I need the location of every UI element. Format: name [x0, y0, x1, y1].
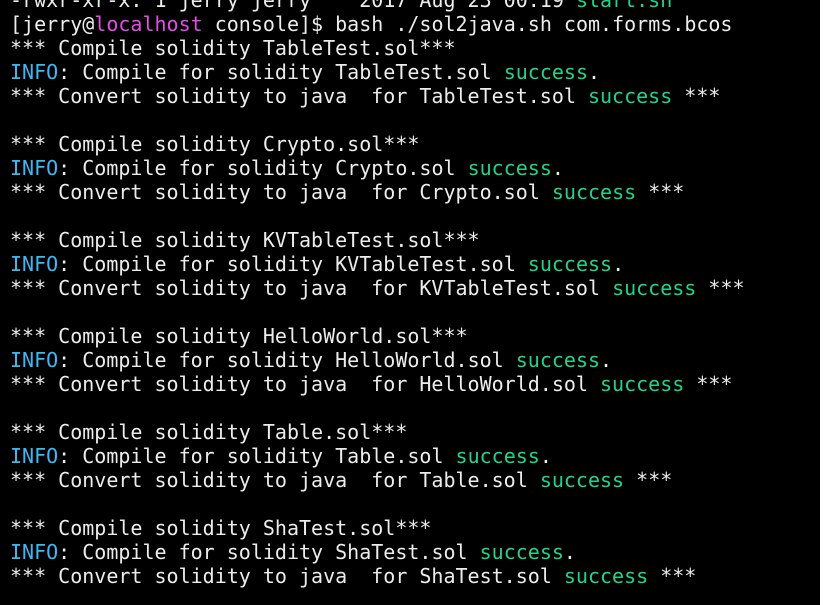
output-text: : Compile for solidity Table.sol [58, 444, 456, 468]
output-text: . [588, 60, 601, 84]
output-text: . [612, 252, 625, 276]
output-text: *** [648, 564, 697, 588]
success-status: success [563, 564, 649, 588]
terminal-line: *** Convert solidity to java for Crypto.… [10, 180, 820, 204]
output-text: *** Convert solidity to java for HelloWo… [10, 372, 601, 396]
success-status: success [587, 84, 673, 108]
output-text: *** Compile solidity HelloWorld.sol*** [10, 324, 468, 348]
success-status: success [515, 348, 601, 372]
terminal-line: *** Compile solidity ShaTest.sol*** [10, 516, 820, 540]
output-text: *** Compile solidity TableTest.sol*** [10, 36, 456, 60]
terminal-line: *** Compile solidity KVTableTest.sol*** [10, 228, 820, 252]
output-text: . [539, 444, 552, 468]
output-text: *** Convert solidity to java for KVTable… [10, 276, 613, 300]
output-text: : Compile for solidity TableTest.sol [58, 60, 504, 84]
terminal-line: *** Convert solidity to java for TableTe… [10, 84, 820, 108]
log-level-label: INFO [10, 540, 59, 564]
success-status: success [479, 540, 564, 564]
log-level-label: INFO [10, 60, 59, 84]
terminal-line: INFO: Compile for solidity TableTest.sol… [10, 60, 820, 84]
terminal-line: INFO: Compile for solidity Crypto.sol su… [10, 156, 820, 180]
output-text: console]$ bash ./sol2java.sh com.forms.b… [202, 12, 733, 36]
terminal-line: *** Compile solidity Crypto.sol*** [10, 132, 820, 156]
output-text: . [551, 156, 564, 180]
terminal-line: INFO: Compile for solidity KVTableTest.s… [10, 252, 820, 276]
output-text: *** [684, 372, 733, 396]
output-text: . [563, 540, 576, 564]
log-level-label: INFO [10, 348, 59, 372]
terminal-line: *** Convert solidity to java for HelloWo… [10, 372, 820, 396]
output-text: *** Convert solidity to java for ShaTest… [10, 564, 564, 588]
output-text: *** [624, 468, 673, 492]
output-text: : Compile for solidity KVTableTest.sol [58, 252, 528, 276]
terminal-line: INFO: Compile for solidity HelloWorld.so… [10, 348, 820, 372]
output-text: [jerry@ [10, 12, 95, 36]
output-text: : Compile for solidity Crypto.sol [58, 156, 468, 180]
output-text: . [600, 348, 613, 372]
output-text: -rwxr-xr-x. 1 jerry jerry 2017 Aug 23 00… [10, 0, 576, 12]
terminal-line: INFO: Compile for solidity Table.sol suc… [10, 444, 820, 468]
executable-filename: start.sh [575, 0, 673, 12]
output-text: *** Convert solidity to java for TableTe… [10, 84, 588, 108]
output-text: *** Compile solidity Table.sol*** [10, 420, 408, 444]
success-status: success [455, 444, 540, 468]
output-text: *** Convert solidity to java for Crypto.… [10, 180, 552, 204]
output-text: *** [636, 180, 685, 204]
terminal-line: INFO: Compile for solidity ShaTest.sol s… [10, 540, 820, 564]
terminal-line: [jerry@localhost console]$ bash ./sol2ja… [10, 12, 820, 36]
terminal-line: *** Convert solidity to java for ShaTest… [10, 564, 820, 588]
terminal-line: *** Compile solidity TableTest.sol*** [10, 36, 820, 60]
success-status: success [503, 60, 588, 84]
terminal-line: *** Convert solidity to java for Table.s… [10, 468, 820, 492]
terminal-line: *** Compile solidity HelloWorld.sol*** [10, 324, 820, 348]
success-status: success [551, 180, 637, 204]
success-status: success [539, 468, 625, 492]
window-edge [820, 0, 824, 605]
output-text: *** [672, 84, 721, 108]
output-text: *** [696, 276, 745, 300]
output-text: *** Compile solidity KVTableTest.sol*** [10, 228, 480, 252]
prompt-hostname: localhost [94, 12, 203, 36]
log-level-label: INFO [10, 252, 59, 276]
terminal-line: *** Compile solidity Table.sol*** [10, 420, 820, 444]
success-status: success [527, 252, 613, 276]
log-level-label: INFO [10, 444, 59, 468]
output-text: *** Compile solidity Crypto.sol*** [10, 132, 420, 156]
output-text: : Compile for solidity ShaTest.sol [58, 540, 480, 564]
success-status: success [600, 372, 685, 396]
terminal-line: -rwxr-xr-x. 1 jerry jerry 2017 Aug 23 00… [10, 0, 820, 12]
success-status: success [467, 156, 552, 180]
output-text: *** Convert solidity to java for Table.s… [10, 468, 540, 492]
terminal-line: *** Convert solidity to java for KVTable… [10, 276, 820, 300]
output-text: *** Compile solidity ShaTest.sol*** [10, 516, 432, 540]
terminal-window[interactable]: -rwxr-xr-x. 1 jerry jerry 2017 Aug 23 00… [0, 0, 820, 605]
output-text: : Compile for solidity HelloWorld.sol [58, 348, 516, 372]
log-level-label: INFO [10, 156, 59, 180]
success-status: success [612, 276, 697, 300]
terminal-output: -rwxr-xr-x. 1 jerry jerry 2017 Aug 23 00… [10, 0, 820, 588]
